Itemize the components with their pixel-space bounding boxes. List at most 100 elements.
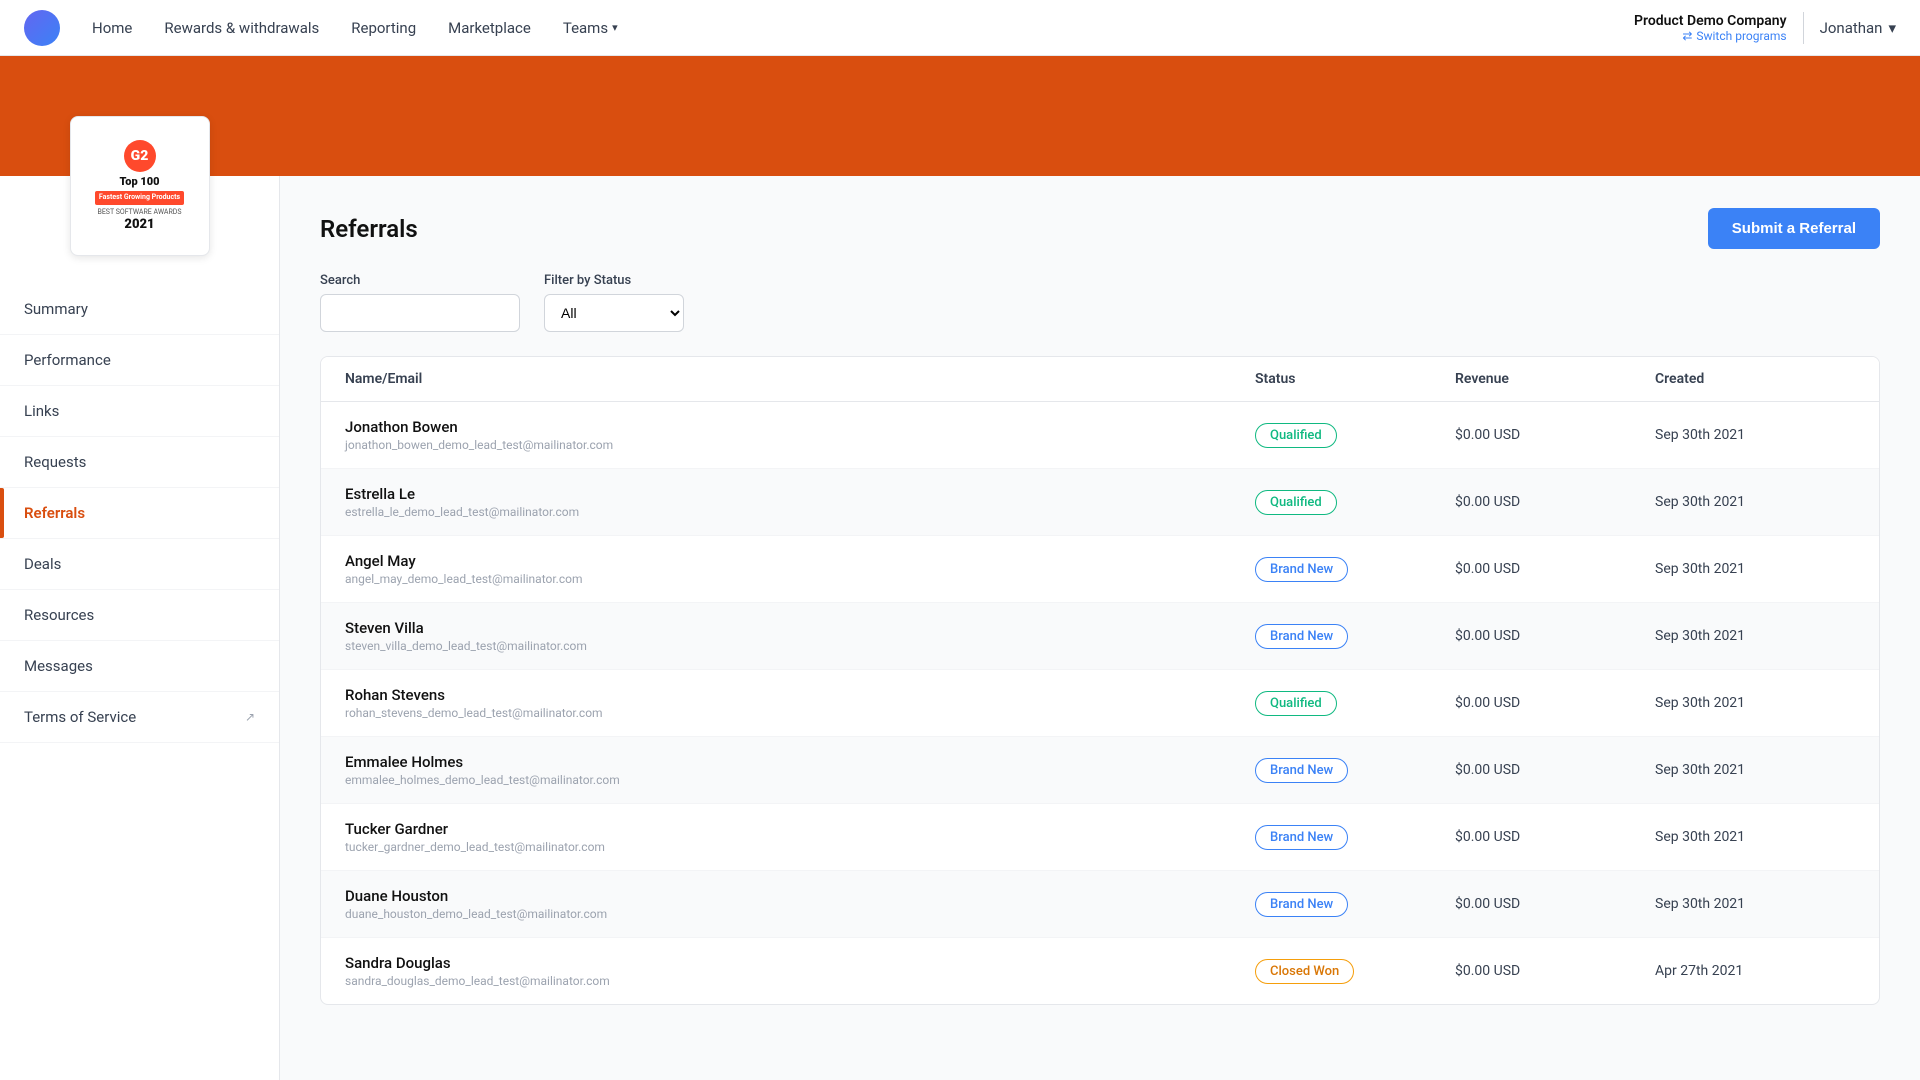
- table-row[interactable]: Jonathon Bowen jonathon_bowen_demo_lead_…: [321, 402, 1879, 469]
- referral-name: Sandra Douglas: [345, 954, 1255, 972]
- filter-group: Filter by Status All Qualified Brand New…: [544, 273, 684, 332]
- referral-name-email: Sandra Douglas sandra_douglas_demo_lead_…: [345, 954, 1255, 988]
- referral-created: Apr 27th 2021: [1655, 963, 1855, 979]
- referral-email: estrella_le_demo_lead_test@mailinator.co…: [345, 505, 1255, 519]
- referral-name-email: Estrella Le estrella_le_demo_lead_test@m…: [345, 485, 1255, 519]
- referral-created: Sep 30th 2021: [1655, 695, 1855, 711]
- status-badge: Qualified: [1255, 423, 1337, 448]
- referral-status-cell: Qualified: [1255, 490, 1455, 515]
- nav-teams[interactable]: Teams ▾: [563, 19, 618, 37]
- status-badge: Qualified: [1255, 490, 1337, 515]
- sidebar-item-requests[interactable]: Requests: [0, 437, 279, 488]
- g2-badge: G2: [124, 140, 156, 172]
- referral-email: tucker_gardner_demo_lead_test@mailinator…: [345, 840, 1255, 854]
- nav-home[interactable]: Home: [92, 19, 132, 37]
- referral-revenue: $0.00 USD: [1455, 628, 1655, 644]
- search-input[interactable]: [320, 294, 520, 332]
- referral-revenue: $0.00 USD: [1455, 896, 1655, 912]
- user-menu[interactable]: Jonathan ▾: [1820, 19, 1896, 37]
- col-created: Created: [1655, 371, 1855, 387]
- page-title: Referrals: [320, 215, 418, 243]
- referral-name-email: Steven Villa steven_villa_demo_lead_test…: [345, 619, 1255, 653]
- logo-inner: G2 Top 100 Fastest Growing Products BEST…: [83, 128, 196, 243]
- table-row[interactable]: Sandra Douglas sandra_douglas_demo_lead_…: [321, 938, 1879, 1004]
- table-row[interactable]: Estrella Le estrella_le_demo_lead_test@m…: [321, 469, 1879, 536]
- table-row[interactable]: Rohan Stevens rohan_stevens_demo_lead_te…: [321, 670, 1879, 737]
- sidebar-item-summary[interactable]: Summary: [0, 284, 279, 335]
- switch-programs-link[interactable]: ⇄ Switch programs: [1634, 29, 1787, 43]
- col-name-email: Name/Email: [345, 371, 1255, 387]
- col-revenue: Revenue: [1455, 371, 1655, 387]
- referral-name: Duane Houston: [345, 887, 1255, 905]
- referral-name-email: Tucker Gardner tucker_gardner_demo_lead_…: [345, 820, 1255, 854]
- referral-name: Steven Villa: [345, 619, 1255, 637]
- page-layout: G2 Top 100 Fastest Growing Products BEST…: [0, 176, 1920, 1080]
- logo-card: G2 Top 100 Fastest Growing Products BEST…: [70, 116, 210, 256]
- search-group: Search: [320, 273, 520, 332]
- referral-email: jonathon_bowen_demo_lead_test@mailinator…: [345, 438, 1255, 452]
- search-filter-row: Search Filter by Status All Qualified Br…: [320, 273, 1880, 332]
- referral-name-email: Emmalee Holmes emmalee_holmes_demo_lead_…: [345, 753, 1255, 787]
- table-row[interactable]: Emmalee Holmes emmalee_holmes_demo_lead_…: [321, 737, 1879, 804]
- referral-created: Sep 30th 2021: [1655, 561, 1855, 577]
- external-link-icon: ↗: [245, 710, 255, 724]
- table-row[interactable]: Duane Houston duane_houston_demo_lead_te…: [321, 871, 1879, 938]
- status-badge: Brand New: [1255, 892, 1348, 917]
- sidebar-item-links[interactable]: Links: [0, 386, 279, 437]
- nav-marketplace[interactable]: Marketplace: [448, 19, 531, 37]
- referral-created: Sep 30th 2021: [1655, 628, 1855, 644]
- referral-revenue: $0.00 USD: [1455, 829, 1655, 845]
- status-filter-select[interactable]: All Qualified Brand New Closed Won: [544, 294, 684, 332]
- referral-created: Sep 30th 2021: [1655, 896, 1855, 912]
- referral-email: angel_may_demo_lead_test@mailinator.com: [345, 572, 1255, 586]
- referral-revenue: $0.00 USD: [1455, 695, 1655, 711]
- referral-email: sandra_douglas_demo_lead_test@mailinator…: [345, 974, 1255, 988]
- sidebar-item-messages[interactable]: Messages: [0, 641, 279, 692]
- sidebar-item-deals[interactable]: Deals: [0, 539, 279, 590]
- best-software-label: BEST SOFTWARE AWARDS: [95, 208, 184, 217]
- referral-name-email: Angel May angel_may_demo_lead_test@maili…: [345, 552, 1255, 586]
- referral-status-cell: Closed Won: [1255, 959, 1455, 984]
- referral-status-cell: Brand New: [1255, 892, 1455, 917]
- table-row[interactable]: Tucker Gardner tucker_gardner_demo_lead_…: [321, 804, 1879, 871]
- switch-icon: ⇄: [1682, 29, 1692, 43]
- referral-revenue: $0.00 USD: [1455, 494, 1655, 510]
- nav-rewards[interactable]: Rewards & withdrawals: [164, 19, 319, 37]
- sidebar-item-terms[interactable]: Terms of Service ↗: [0, 692, 279, 743]
- sidebar-item-performance[interactable]: Performance: [0, 335, 279, 386]
- app-logo[interactable]: [24, 10, 60, 46]
- referral-revenue: $0.00 USD: [1455, 762, 1655, 778]
- referral-status-cell: Brand New: [1255, 825, 1455, 850]
- table-body: Jonathon Bowen jonathon_bowen_demo_lead_…: [321, 402, 1879, 1004]
- nav-reporting[interactable]: Reporting: [351, 19, 416, 37]
- referral-name: Rohan Stevens: [345, 686, 1255, 704]
- top-navigation: Home Rewards & withdrawals Reporting Mar…: [0, 0, 1920, 56]
- user-name: Jonathan: [1820, 19, 1883, 37]
- referral-status-cell: Brand New: [1255, 624, 1455, 649]
- referral-created: Sep 30th 2021: [1655, 762, 1855, 778]
- sidebar-item-resources[interactable]: Resources: [0, 590, 279, 641]
- table-header: Name/Email Status Revenue Created: [321, 357, 1879, 402]
- referral-created: Sep 30th 2021: [1655, 829, 1855, 845]
- status-badge: Brand New: [1255, 624, 1348, 649]
- referral-name: Tucker Gardner: [345, 820, 1255, 838]
- status-badge: Brand New: [1255, 825, 1348, 850]
- table-row[interactable]: Steven Villa steven_villa_demo_lead_test…: [321, 603, 1879, 670]
- table-row[interactable]: Angel May angel_may_demo_lead_test@maili…: [321, 536, 1879, 603]
- referral-email: duane_houston_demo_lead_test@mailinator.…: [345, 907, 1255, 921]
- referral-created: Sep 30th 2021: [1655, 427, 1855, 443]
- status-badge: Brand New: [1255, 557, 1348, 582]
- main-content: Referrals Submit a Referral Search Filte…: [280, 176, 1920, 1080]
- referral-name-email: Rohan Stevens rohan_stevens_demo_lead_te…: [345, 686, 1255, 720]
- sidebar: G2 Top 100 Fastest Growing Products BEST…: [0, 176, 280, 1080]
- referral-revenue: $0.00 USD: [1455, 561, 1655, 577]
- referral-status-cell: Qualified: [1255, 691, 1455, 716]
- sidebar-item-referrals[interactable]: Referrals: [0, 488, 279, 539]
- teams-chevron-icon: ▾: [612, 21, 618, 34]
- referral-name: Jonathon Bowen: [345, 418, 1255, 436]
- status-badge: Qualified: [1255, 691, 1337, 716]
- referrals-header: Referrals Submit a Referral: [320, 208, 1880, 249]
- submit-referral-button[interactable]: Submit a Referral: [1708, 208, 1880, 249]
- user-chevron-icon: ▾: [1888, 19, 1896, 37]
- year-label: 2021: [95, 217, 184, 232]
